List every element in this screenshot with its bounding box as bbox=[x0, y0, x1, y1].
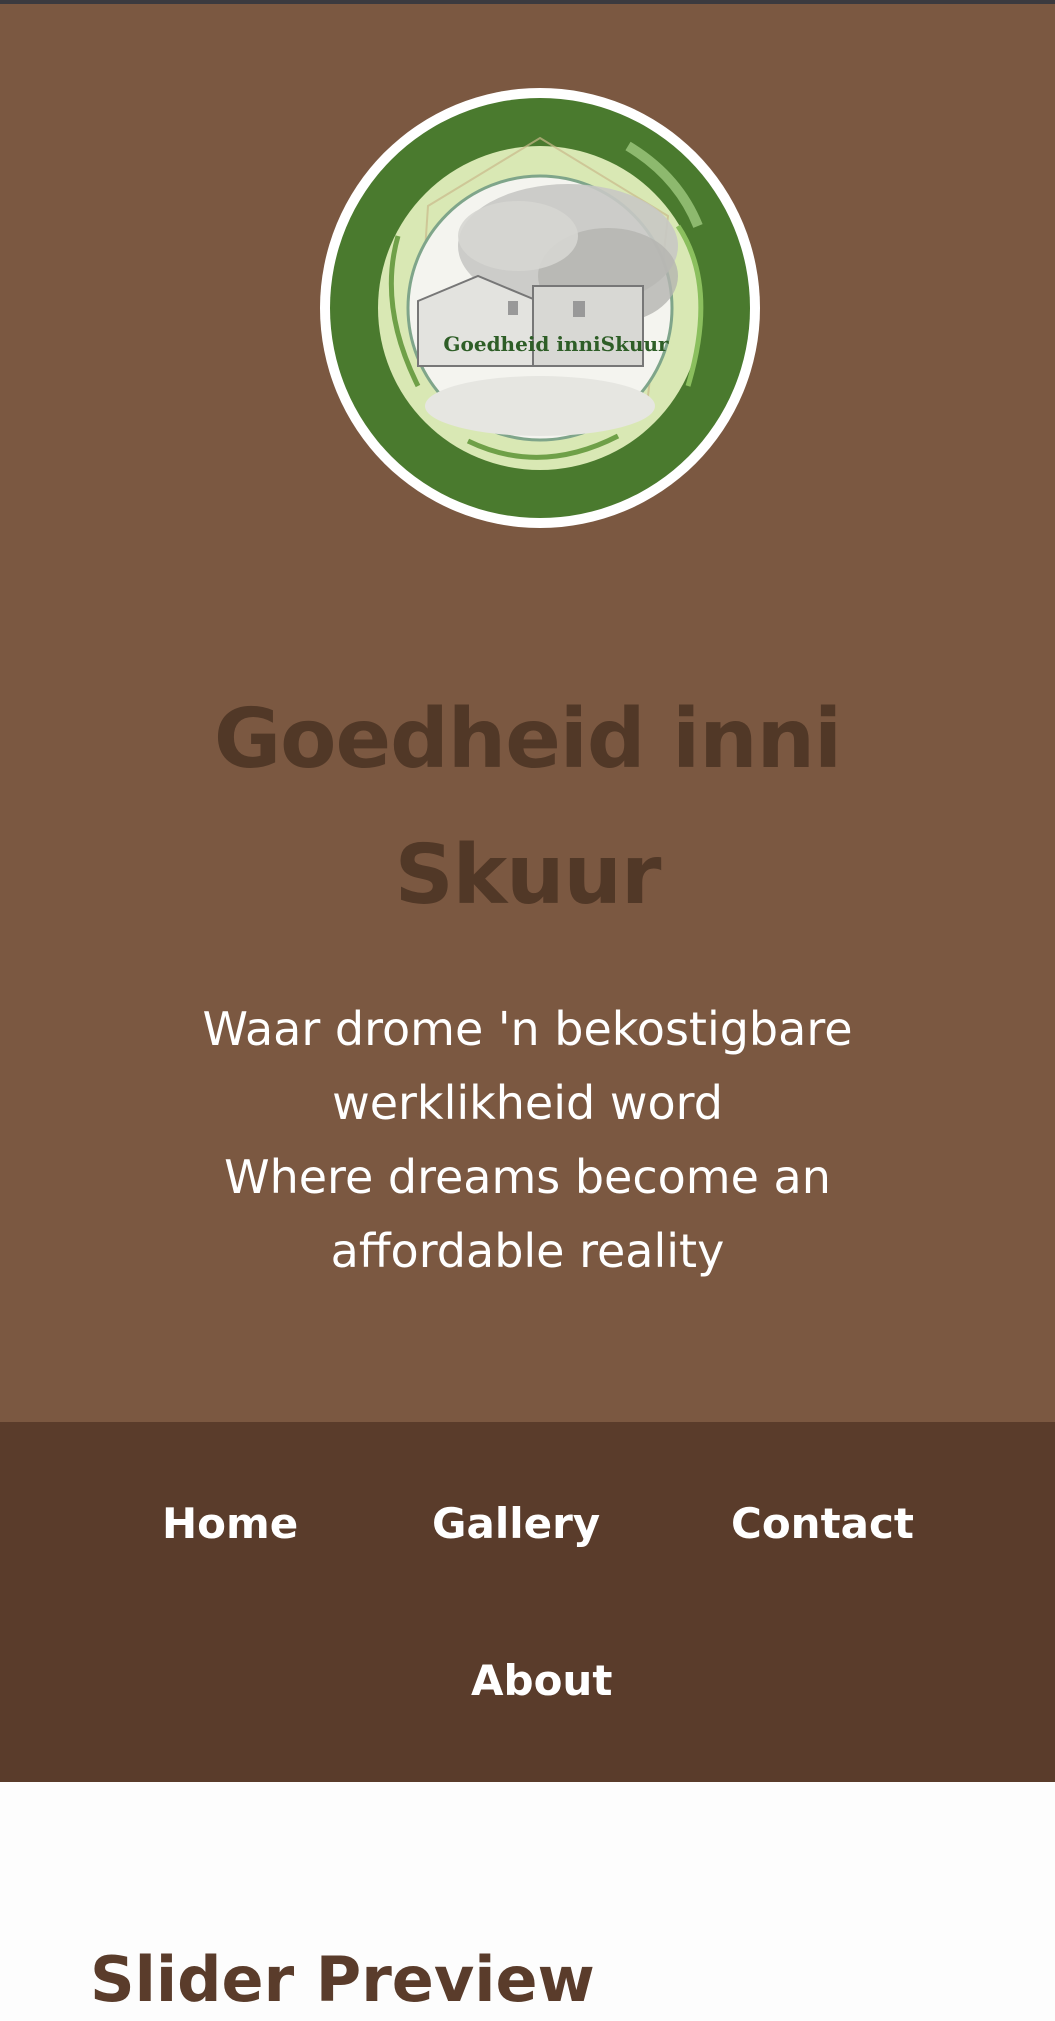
nav-link-contact[interactable]: Contact bbox=[731, 1498, 914, 1550]
slider-preview-heading: Slider Preview bbox=[90, 1943, 595, 2016]
site-title-line-2: Skuur bbox=[394, 828, 662, 923]
logo-text: Goedheid inniSkuur bbox=[443, 332, 669, 356]
tagline-line-3: Where dreams become an bbox=[224, 1150, 831, 1204]
tagline-line-1: Waar drome 'n bekostigbare bbox=[202, 1002, 853, 1056]
tagline-line-2: werklikheid word bbox=[332, 1076, 723, 1130]
main-navigation bbox=[0, 1422, 1055, 1782]
nav-link-about[interactable]: About bbox=[471, 1655, 612, 1707]
nav-link-gallery[interactable]: Gallery bbox=[432, 1498, 600, 1550]
site-tagline: Waar drome 'n bekostigbare werklikheid w… bbox=[150, 992, 905, 1288]
site-title-line-1: Goedheid inni bbox=[213, 692, 842, 787]
tagline-line-4: affordable reality bbox=[330, 1224, 725, 1278]
site-logo[interactable]: Goedheid inniSkuur bbox=[318, 86, 762, 530]
site-title: Goedheid inni Skuur bbox=[0, 672, 1055, 944]
logo-emblem: Goedheid inniSkuur bbox=[320, 88, 760, 528]
nav-link-home[interactable]: Home bbox=[162, 1498, 298, 1550]
